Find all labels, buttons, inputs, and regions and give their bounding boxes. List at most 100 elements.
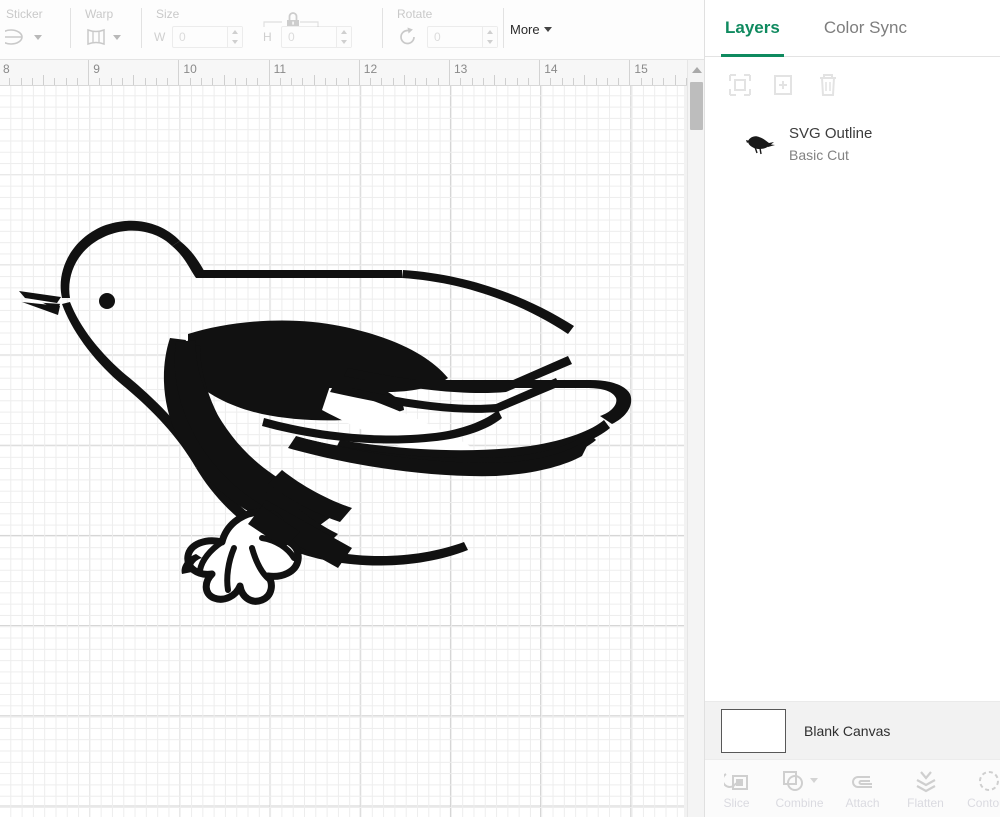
combine-chevron-down-icon[interactable] <box>810 778 818 783</box>
ruler-number: 9 <box>93 62 100 76</box>
contour-icon <box>976 768 1000 794</box>
toolbar-group-rotate: Rotate <box>383 0 503 60</box>
ruler-tick <box>99 78 100 85</box>
delete-icon[interactable] <box>815 72 841 98</box>
canvas-vertical-scrollbar[interactable] <box>687 60 704 817</box>
top-toolbar: Sticker Warp <box>0 0 704 60</box>
height-label: H <box>263 30 275 44</box>
ruler-tick <box>77 78 78 85</box>
tab-layers[interactable]: Layers <box>725 0 780 57</box>
ruler-tick <box>472 78 473 85</box>
rotate-label: Rotate <box>395 7 503 21</box>
canvas-viewport[interactable] <box>0 86 704 817</box>
ruler-tick <box>562 78 563 85</box>
canvas-color-swatch[interactable] <box>721 709 786 753</box>
ruler-tick <box>494 75 495 85</box>
ruler-tick <box>336 78 337 85</box>
ruler-number: 12 <box>364 62 377 76</box>
ruler-tick <box>9 78 10 85</box>
application-window: Sticker Warp <box>0 0 1000 817</box>
ruler-tick <box>596 78 597 85</box>
flatten-label: Flatten <box>907 796 944 810</box>
ruler-tick <box>460 78 461 85</box>
ruler-number: 8 <box>3 62 10 76</box>
slice-button[interactable]: Slice <box>705 768 768 810</box>
rotate-field[interactable] <box>427 26 498 48</box>
layer-list[interactable]: SVG Outline Basic Cut <box>705 113 1000 701</box>
more-label: More <box>510 22 540 37</box>
tab-layers-label: Layers <box>725 18 780 38</box>
toolbar-group-size: Size W H <box>142 0 382 60</box>
rotate-icon[interactable] <box>395 26 421 48</box>
group-icon[interactable] <box>727 72 753 98</box>
right-panel: Layers Color Sync <box>704 0 1000 817</box>
bottom-tool-bar: Slice Combine <box>705 759 1000 817</box>
list-item[interactable]: SVG Outline Basic Cut <box>705 113 1000 175</box>
ruler-tick <box>438 78 439 85</box>
ruler-tick <box>426 78 427 85</box>
layer-action-bar <box>705 57 1000 113</box>
ruler-tick <box>133 75 134 85</box>
ruler-major-line <box>449 60 450 86</box>
flatten-icon <box>913 768 939 794</box>
ruler-number: 13 <box>454 62 467 76</box>
ruler-tick <box>314 75 315 85</box>
ruler-tick <box>393 78 394 85</box>
more-button[interactable]: More <box>504 22 552 37</box>
ruler-major-line <box>539 60 540 86</box>
ruler-tick <box>43 75 44 85</box>
ruler-tick <box>235 78 236 85</box>
attach-icon <box>850 768 876 794</box>
contour-button[interactable]: Contour <box>957 768 1000 810</box>
duplicate-icon[interactable] <box>771 72 797 98</box>
editor-area: Sticker Warp <box>0 0 704 817</box>
combine-button[interactable]: Combine <box>768 768 831 810</box>
sticker-chevron-down-icon[interactable] <box>34 35 42 40</box>
warp-label: Warp <box>83 7 141 21</box>
bird-svg-outline[interactable] <box>0 86 684 817</box>
rotate-stepper[interactable] <box>482 27 497 47</box>
sticker-icon <box>4 26 30 48</box>
ruler-tick <box>505 78 506 85</box>
vertical-scroll-thumb[interactable] <box>690 82 703 130</box>
attach-label: Attach <box>845 796 879 810</box>
panel-tab-bar: Layers Color Sync <box>705 0 1000 57</box>
flatten-button[interactable]: Flatten <box>894 768 957 810</box>
layer-title: SVG Outline <box>789 124 872 143</box>
ruler-tick <box>190 78 191 85</box>
rotate-input[interactable] <box>428 27 482 47</box>
layer-subtitle: Basic Cut <box>789 146 872 164</box>
warp-icon <box>83 26 109 48</box>
toolbar-group-warp[interactable]: Warp <box>71 0 141 60</box>
layer-text: SVG Outline Basic Cut <box>789 124 872 164</box>
warp-chevron-down-icon[interactable] <box>113 35 121 40</box>
width-field[interactable] <box>172 26 243 48</box>
contour-label: Contour <box>967 796 1000 810</box>
ruler-tick <box>641 78 642 85</box>
ruler-tick <box>66 78 67 85</box>
horizontal-ruler[interactable]: 89101112131415 <box>0 60 704 86</box>
tab-color-sync[interactable]: Color Sync <box>824 0 907 57</box>
ruler-tick <box>404 75 405 85</box>
ruler-tick <box>280 78 281 85</box>
ruler-tick <box>584 75 585 85</box>
attach-button[interactable]: Attach <box>831 768 894 810</box>
sticker-label: Sticker <box>4 7 70 21</box>
ruler-tick <box>111 78 112 85</box>
ruler-tick <box>618 78 619 85</box>
ruler-tick <box>415 78 416 85</box>
blank-canvas-row[interactable]: Blank Canvas <box>705 701 1000 759</box>
toolbar-group-sticker[interactable]: Sticker <box>0 0 70 60</box>
ruler-tick <box>224 75 225 85</box>
lock-icon[interactable] <box>284 9 302 34</box>
ruler-tick <box>370 78 371 85</box>
height-stepper[interactable] <box>336 27 351 47</box>
width-stepper[interactable] <box>227 27 242 47</box>
ruler-tick <box>54 78 55 85</box>
ruler-tick <box>291 78 292 85</box>
ruler-tick <box>122 78 123 85</box>
ruler-tick <box>32 78 33 85</box>
ruler-tick <box>675 75 676 85</box>
chevron-up-icon[interactable] <box>688 63 705 77</box>
width-input[interactable] <box>173 27 227 47</box>
